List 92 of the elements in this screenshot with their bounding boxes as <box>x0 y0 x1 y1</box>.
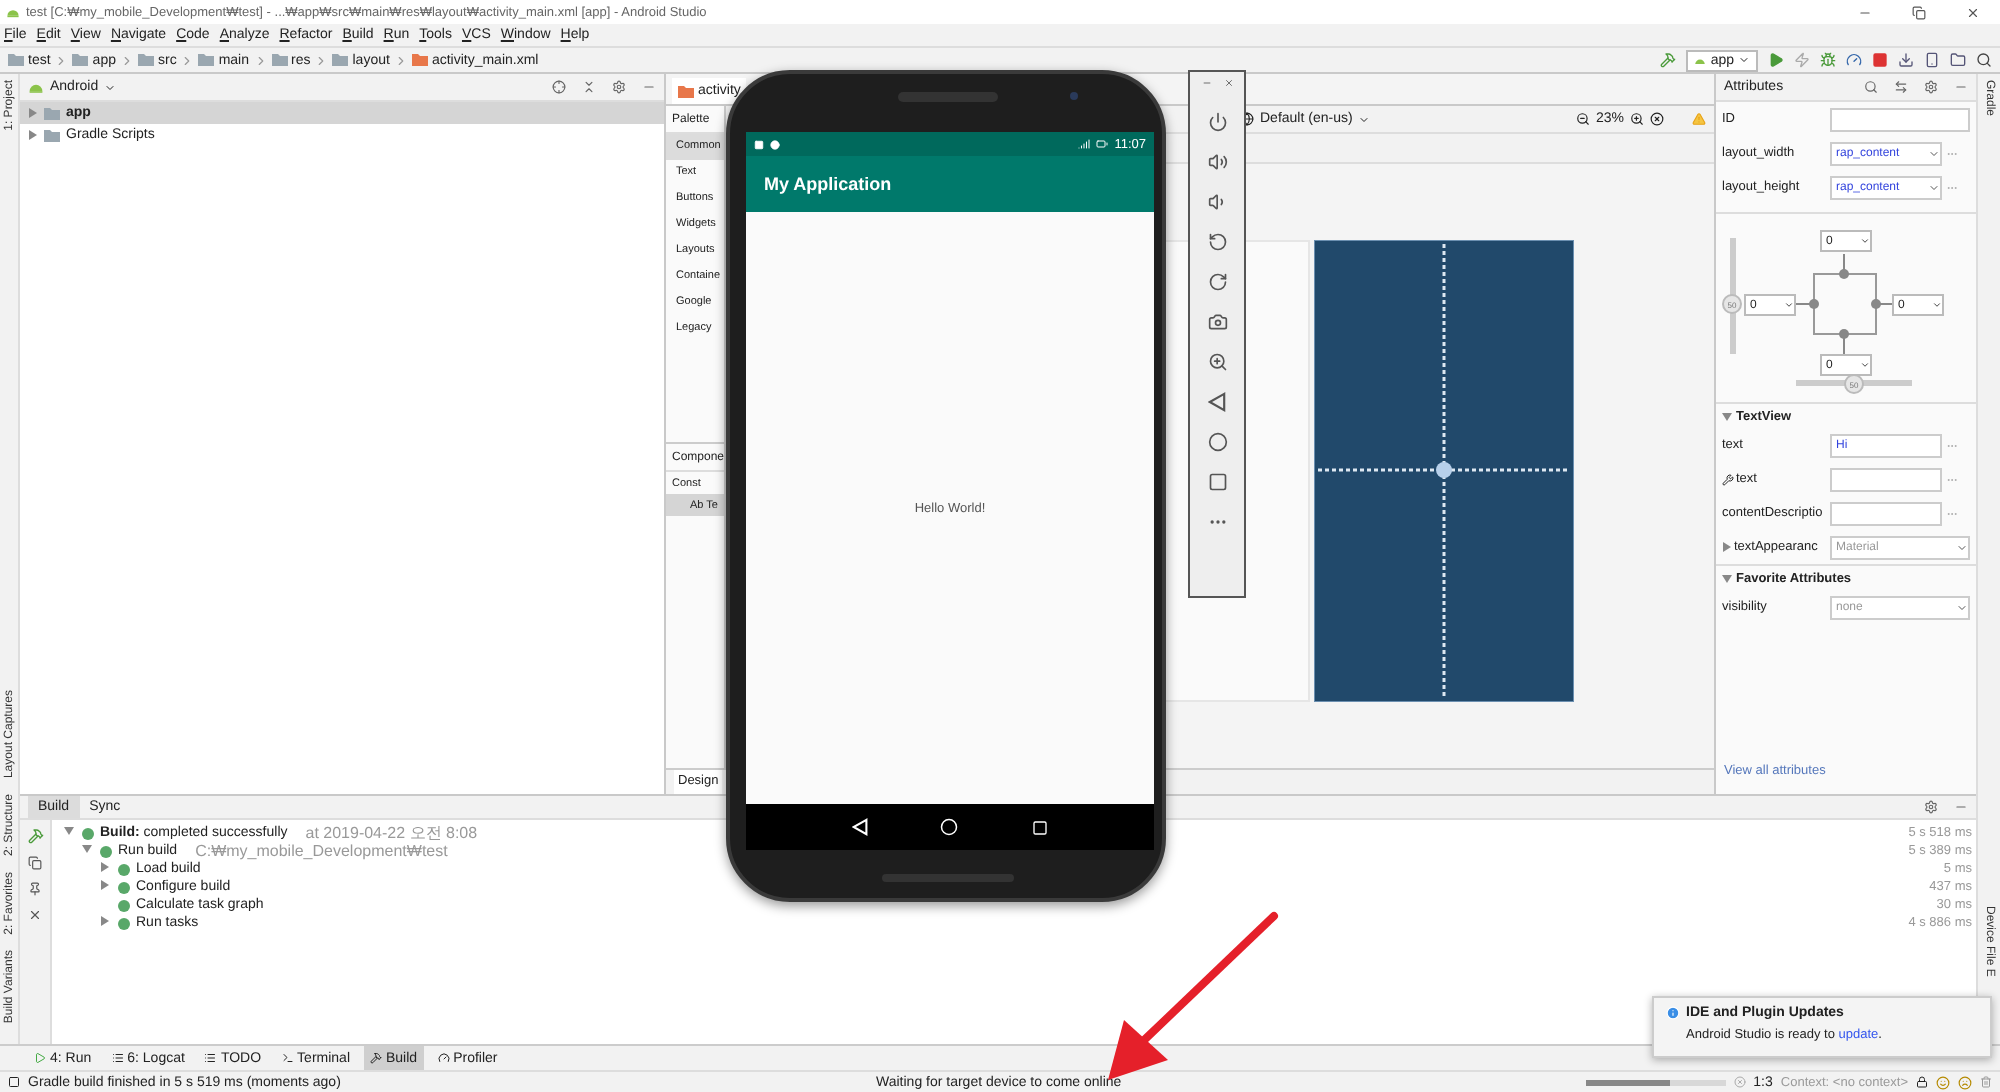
overview-icon[interactable] <box>1207 472 1227 492</box>
chevron-icon <box>314 53 329 67</box>
expand-arrow-icon[interactable] <box>1722 411 1732 421</box>
folder-icon <box>72 54 89 66</box>
folder-icon <box>411 54 428 66</box>
caret-icon <box>1956 601 1968 613</box>
restore-icon[interactable] <box>1912 5 1926 19</box>
close-icon[interactable] <box>28 908 42 922</box>
caret-icon <box>1956 541 1968 553</box>
play-icon[interactable] <box>1768 52 1784 68</box>
reset-zoom-icon[interactable] <box>1650 112 1664 126</box>
caret-icon <box>1358 113 1371 125</box>
rotate-right-icon[interactable] <box>1207 272 1227 292</box>
swap-icon[interactable] <box>1894 80 1908 94</box>
folder-icon <box>137 54 154 66</box>
build-detail: at 2019-04-22 오전 8:08 <box>305 824 478 842</box>
chevron-icon <box>180 53 195 67</box>
app-title: My Application <box>764 174 892 194</box>
back-icon[interactable] <box>1208 392 1226 412</box>
caret-icon <box>1928 147 1940 159</box>
terminal-icon <box>281 1052 294 1064</box>
folder-icon <box>8 54 24 66</box>
settings-icon[interactable] <box>612 80 626 94</box>
settings-icon[interactable] <box>1924 80 1938 94</box>
gauge-icon <box>437 1052 450 1064</box>
download-icon[interactable] <box>1898 52 1914 68</box>
folder-icon[interactable] <box>1950 52 1966 68</box>
list-icon <box>111 1052 124 1064</box>
power-icon[interactable] <box>1207 112 1227 132</box>
hammer-icon <box>370 1052 382 1064</box>
expand-arrow-icon[interactable] <box>1722 542 1732 552</box>
folder-icon <box>271 54 288 66</box>
home-icon[interactable] <box>1207 432 1227 452</box>
smile-icon[interactable] <box>1936 1075 1950 1089</box>
android-icon <box>6 6 20 18</box>
expand-arrow-icon[interactable] <box>28 130 38 140</box>
rotate-left-icon[interactable] <box>1207 232 1227 252</box>
attribute-field[interactable] <box>1830 501 1942 525</box>
notification-icon <box>770 139 780 149</box>
chevron-icon <box>253 53 268 67</box>
caret-icon <box>1860 360 1870 370</box>
caret-icon <box>1932 300 1942 310</box>
hammer-icon[interactable] <box>27 828 43 844</box>
search-icon[interactable] <box>1864 80 1878 94</box>
folder-icon <box>198 54 215 66</box>
search-icon[interactable] <box>1976 52 1992 68</box>
close-icon[interactable] <box>1966 5 1980 19</box>
wrench-icon <box>1722 473 1734 485</box>
chevron-icon <box>54 53 69 67</box>
copy-icon[interactable] <box>28 856 42 870</box>
caret-icon <box>104 81 117 93</box>
caret-icon <box>1928 181 1940 193</box>
battery-icon <box>1096 138 1109 150</box>
expand-arrow-icon[interactable] <box>28 108 38 118</box>
expand-arrow-icon[interactable] <box>1722 573 1732 583</box>
caret-icon <box>1784 300 1794 310</box>
trash-icon[interactable] <box>1980 1076 1992 1088</box>
sd-card-icon <box>754 139 764 149</box>
attribute-field[interactable] <box>1830 467 1942 491</box>
android-icon <box>28 80 44 94</box>
play-icon <box>34 1052 46 1064</box>
caret-icon <box>1860 236 1870 246</box>
zoom-icon[interactable] <box>1207 352 1227 372</box>
lock-icon[interactable] <box>1916 1076 1928 1088</box>
attribute-field[interactable] <box>1830 107 1970 131</box>
hammer-icon[interactable] <box>1660 52 1677 68</box>
volume-down-icon[interactable] <box>1207 192 1227 212</box>
collapse-icon[interactable] <box>582 80 596 94</box>
chevron-icon <box>119 53 134 67</box>
bug-icon[interactable] <box>1820 52 1836 68</box>
info-icon <box>1666 1006 1680 1020</box>
stop-icon[interactable] <box>1872 52 1888 68</box>
zoom-out-icon[interactable] <box>1575 112 1590 126</box>
settings-icon[interactable] <box>1924 800 1938 814</box>
signal-icon <box>1078 138 1091 150</box>
frown-icon[interactable] <box>1958 1075 1972 1089</box>
android-icon <box>1694 55 1707 65</box>
phone-icon[interactable] <box>1924 52 1940 68</box>
list-icon <box>204 1052 217 1064</box>
chevron-icon <box>393 53 408 67</box>
folder-icon <box>678 85 694 97</box>
caret-icon <box>1738 54 1750 66</box>
pin-icon[interactable] <box>28 882 42 896</box>
volume-up-icon[interactable] <box>1207 152 1227 172</box>
folder-icon <box>332 54 349 66</box>
panel-toggle-icon[interactable] <box>8 1076 20 1088</box>
gauge-icon[interactable] <box>1846 52 1862 68</box>
zoom-in-icon[interactable] <box>1630 112 1644 126</box>
expand-arrow-icon[interactable] <box>100 916 110 926</box>
build-detail: C:₩my_mobile_Development₩test <box>195 842 448 860</box>
camera-icon[interactable] <box>1207 312 1227 332</box>
locate-icon[interactable] <box>552 80 566 94</box>
